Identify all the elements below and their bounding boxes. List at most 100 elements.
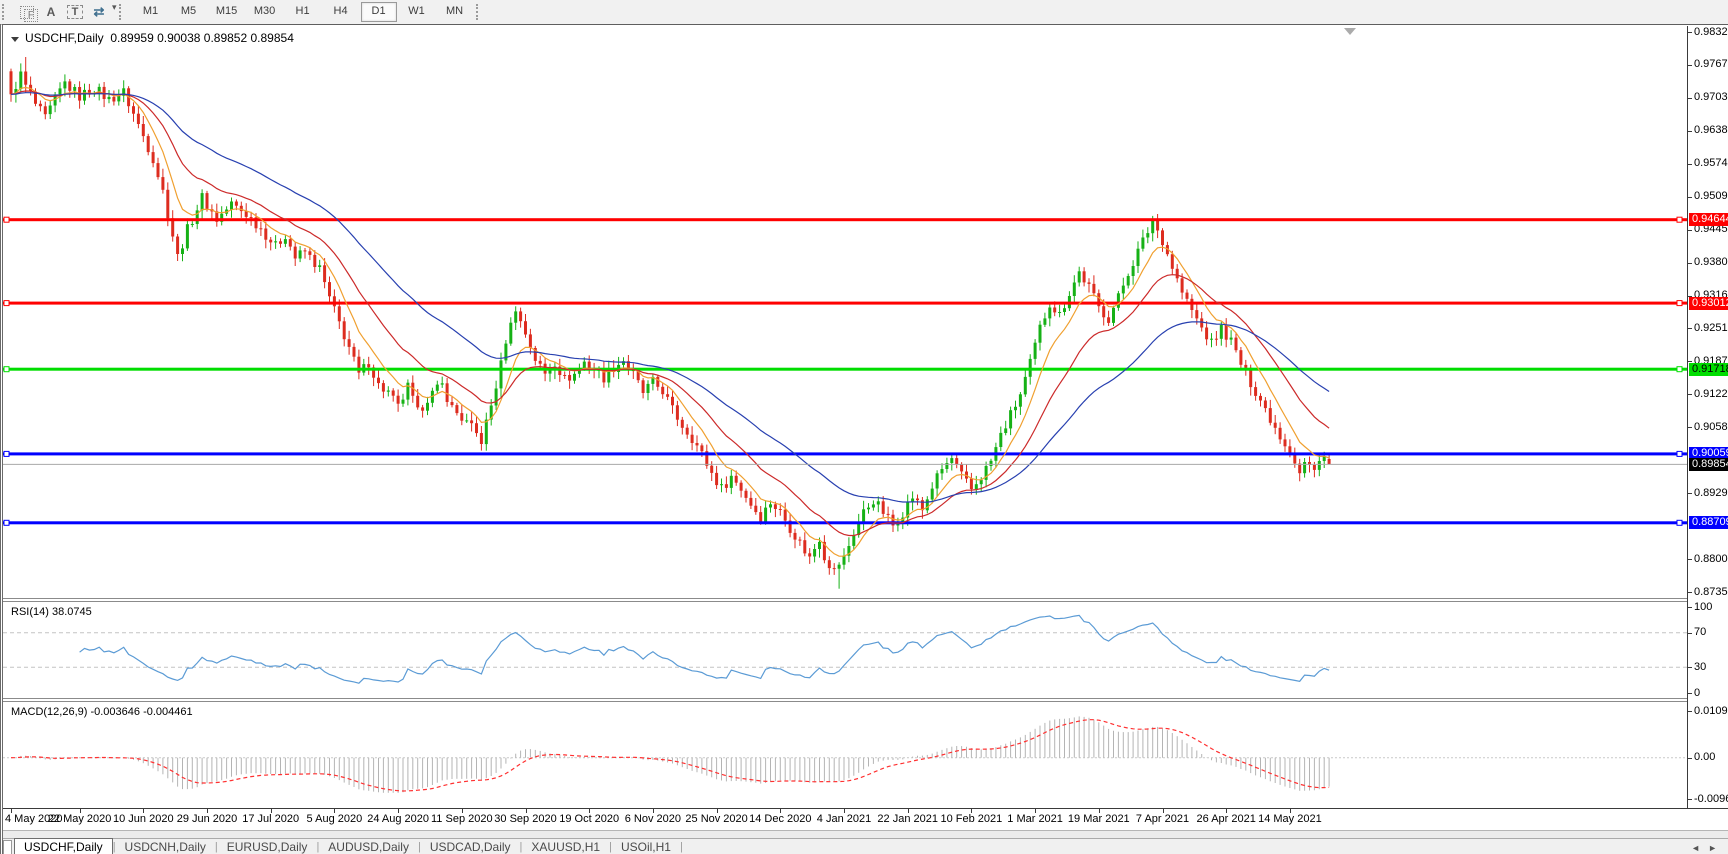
candle-body [313, 255, 316, 267]
toolbar-grip[interactable] [2, 4, 9, 20]
horizontal-line[interactable] [3, 452, 1687, 455]
macd-canvas[interactable] [3, 702, 1687, 808]
horizontal-line[interactable] [3, 368, 1687, 371]
tools-dropdown-caret-icon[interactable]: ▾ [112, 2, 117, 22]
axis-tick-mark [1688, 493, 1692, 494]
date-tick-label: 10 Feb 2021 [941, 813, 1003, 825]
chart-end-marker-icon [1344, 28, 1356, 35]
hline-handle[interactable] [1677, 367, 1682, 372]
macd-pane[interactable]: MACD(12,26,9) -0.003646 -0.004461 [3, 702, 1687, 808]
hline-handle[interactable] [1677, 301, 1682, 306]
rsi-canvas[interactable] [3, 602, 1687, 698]
candle-body [931, 489, 934, 500]
price-level-badge: 0.88709 [1689, 516, 1728, 529]
timeframe-button-d1[interactable]: D1 [361, 2, 397, 22]
price-level-badge: 0.91718 [1689, 363, 1728, 376]
hline-handle[interactable] [1677, 451, 1682, 456]
candle-body [1318, 461, 1321, 470]
chart-tab-usdcad[interactable]: USDCAD,Daily [421, 840, 520, 854]
hline-handle[interactable] [4, 520, 9, 525]
timeframe-button-w1[interactable]: W1 [399, 2, 435, 22]
horizontal-line[interactable] [3, 218, 1687, 221]
date-tick-label: 26 Apr 2021 [1197, 813, 1256, 825]
axis-tick-mark [1688, 667, 1692, 668]
candle-body [1298, 464, 1301, 474]
toolbar-grip[interactable] [119, 4, 126, 20]
candle-body [68, 81, 71, 90]
hline-handle[interactable] [1677, 217, 1682, 222]
candle-body [455, 405, 458, 413]
toolbar-grip[interactable] [476, 4, 483, 20]
timeframe-button-h4[interactable]: H4 [323, 2, 359, 22]
chart-tab-usdchf[interactable]: USDCHF,Daily [14, 838, 113, 854]
date-axis[interactable]: 4 May 202022 May 202010 Jun 202029 Jun 2… [3, 808, 1728, 830]
candle-body [1092, 284, 1095, 293]
trading-terminal: FAT⇄▾ M1M5M15M30H1H4D1W1MN USDCHF,Daily … [0, 0, 1728, 854]
candle-body [642, 380, 645, 393]
date-tick-label: 5 Aug 2020 [307, 813, 363, 825]
chart-tab-eurusd[interactable]: EURUSD,Daily [218, 840, 317, 854]
axis-tick-mark [1688, 394, 1692, 395]
timeframe-button-h1[interactable]: H1 [285, 2, 321, 22]
candle-body [353, 347, 356, 357]
candle-body [421, 407, 424, 410]
candle-body [181, 248, 184, 254]
timeframe-button-mn[interactable]: MN [437, 2, 473, 22]
horizontal-line[interactable] [3, 521, 1687, 524]
tabs-scroll-left-icon[interactable]: ◄ [1691, 843, 1708, 853]
timeframe-button-m5[interactable]: M5 [171, 2, 207, 22]
chart-tab-usdcnh[interactable]: USDCNH,Daily [116, 840, 215, 854]
candle-body [769, 504, 772, 507]
price-chart-canvas[interactable] [3, 26, 1687, 598]
candle-body [24, 72, 27, 85]
hline-handle[interactable] [4, 301, 9, 306]
candle-body [725, 484, 728, 488]
candle-body [367, 364, 370, 367]
candle-body [328, 282, 331, 296]
fibo-grid-icon[interactable]: F [15, 2, 39, 22]
axis-tick-mark [1688, 328, 1692, 329]
candle-body [441, 383, 444, 384]
candle-body [1078, 271, 1081, 282]
price-tick-label: 0.97030 [1694, 91, 1728, 104]
candle-body [1034, 343, 1037, 359]
candle-body [990, 461, 993, 466]
candle-body [867, 508, 870, 510]
timeframe-button-m1[interactable]: M1 [133, 2, 169, 22]
candle-body [852, 535, 855, 546]
hline-handle[interactable] [1677, 520, 1682, 525]
collapse-arrow-icon[interactable] [11, 37, 19, 42]
axis-tick-mark [1688, 607, 1692, 608]
chart-tab-usoil[interactable]: USOil,H1 [612, 840, 680, 854]
hline-handle[interactable] [4, 367, 9, 372]
hline-handle[interactable] [4, 217, 9, 222]
rsi-tick-label: 30 [1694, 661, 1706, 674]
candle-body [1200, 318, 1203, 327]
chart-scrollbar[interactable] [3, 830, 1728, 838]
axis-tick-mark [1688, 230, 1692, 231]
candle-body [818, 542, 821, 549]
timeframe-button-m15[interactable]: M15 [209, 2, 245, 22]
price-tick-label: 0.93805 [1694, 256, 1728, 269]
hline-handle[interactable] [4, 451, 9, 456]
candle-body [877, 501, 880, 504]
timeframe-button-m30[interactable]: M30 [247, 2, 283, 22]
font-a-icon[interactable]: A [39, 2, 63, 22]
chart-tab-xauusd[interactable]: XAUUSD,H1 [522, 840, 609, 854]
candle-body [186, 224, 189, 248]
chart-tab-audusd[interactable]: AUDUSD,Daily [319, 840, 418, 854]
candle-body [436, 385, 439, 391]
date-tick-label: 17 Jul 2020 [242, 813, 299, 825]
cycle-arrows-icon[interactable]: ⇄ [87, 2, 111, 22]
candle-body [259, 228, 262, 229]
price-pane[interactable]: USDCHF,Daily 0.89959 0.90038 0.89852 0.8… [3, 26, 1687, 598]
horizontal-line[interactable] [3, 302, 1687, 305]
candle-body [382, 383, 385, 392]
rsi-pane[interactable]: RSI(14) 38.0745 [3, 602, 1687, 698]
price-scale-axis[interactable]: 0.983200.976750.970300.963850.957400.950… [1687, 26, 1728, 808]
date-tick-label: 30 Sep 2020 [494, 813, 556, 825]
candle-body [191, 224, 194, 225]
tabs-scroll-right-icon[interactable]: ► [1708, 843, 1725, 853]
date-tick-label: 4 Jan 2021 [817, 813, 871, 825]
text-label-icon[interactable]: T [63, 2, 87, 22]
